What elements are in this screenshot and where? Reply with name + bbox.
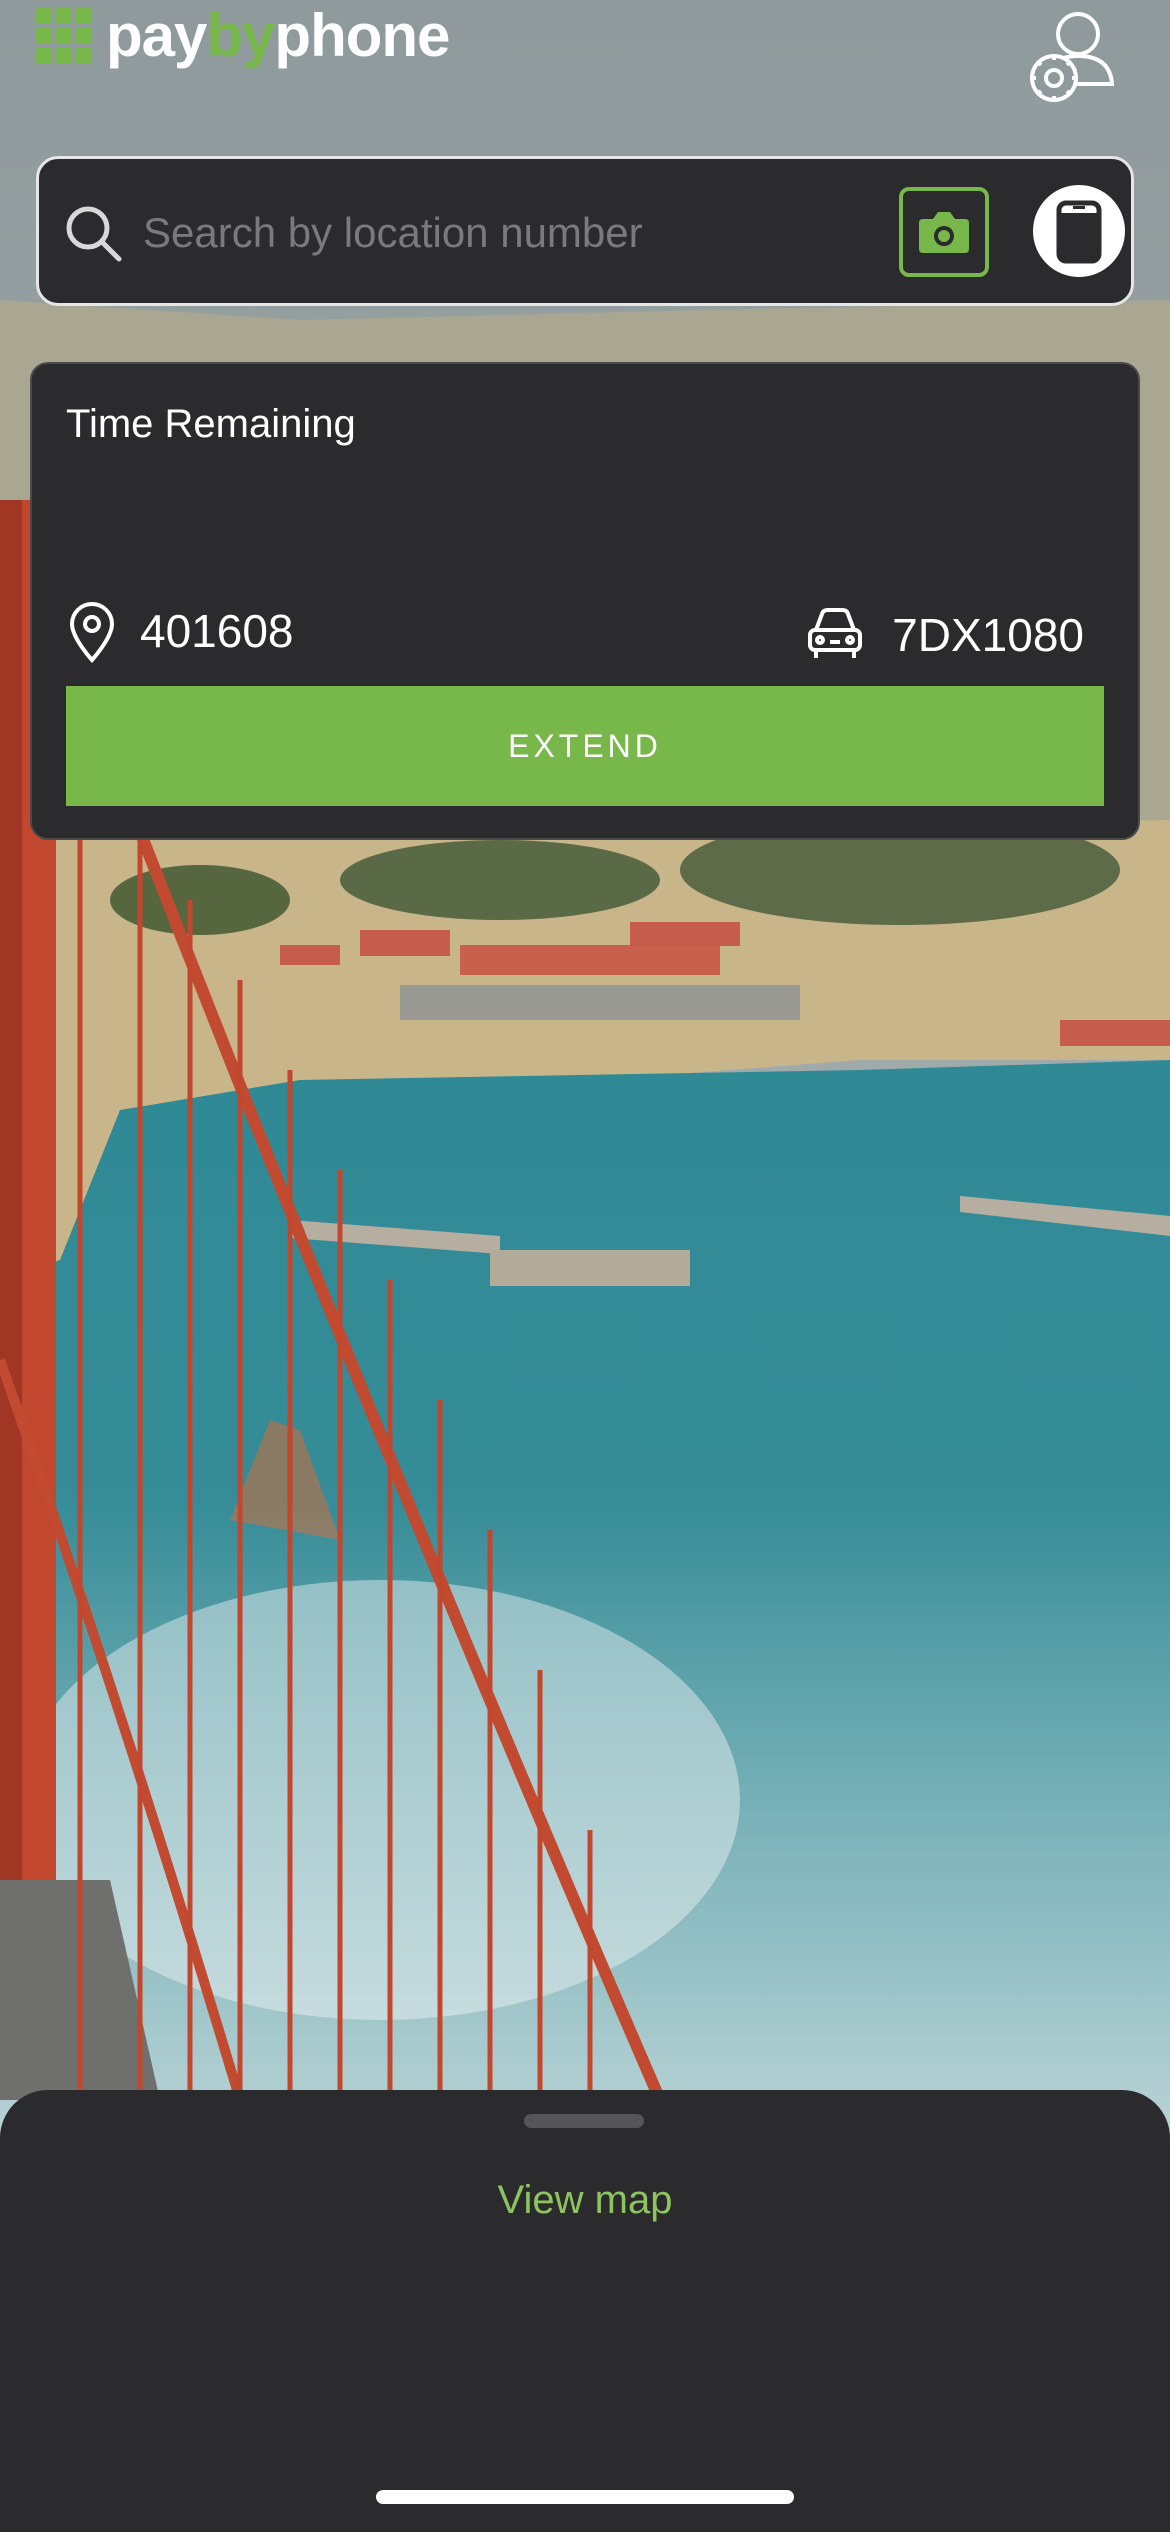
bottom-sheet[interactable]: View map [0,2090,1170,2532]
search-bar [36,156,1134,306]
camera-scan-button[interactable] [899,187,989,277]
license-plate: 7DX1080 [892,609,1084,661]
home-indicator[interactable] [376,2490,794,2504]
logo-text-pay: pay [106,2,207,69]
nfc-phone-button[interactable] [1033,185,1125,277]
account-settings-button[interactable] [1018,6,1128,110]
active-parking-card: Time Remaining 401608 7DX1080 EXTEND [30,362,1140,840]
sheet-drag-handle[interactable] [524,2114,644,2128]
search-input[interactable] [141,189,905,277]
view-map-link[interactable]: View map [0,2178,1170,2223]
time-remaining-label: Time Remaining [66,402,356,446]
phone-icon [1056,200,1102,264]
account-settings-icon [1030,12,1115,102]
camera-icon [919,212,969,253]
logo-text-by: by [206,2,275,69]
app-screen: paybyphone Search by location number Tim… [0,0,1170,2532]
car-icon [808,608,862,658]
extend-button[interactable]: EXTEND [66,686,1104,806]
search-icon [66,206,122,262]
logo-wordmark: paybyphone [106,2,450,69]
logo-grid-icon [36,8,92,64]
paybyphone-logo: paybyphone [36,2,450,69]
logo-text-phone: phone [274,2,450,69]
location-pin-icon [69,602,115,663]
location-number: 401608 [140,605,294,657]
